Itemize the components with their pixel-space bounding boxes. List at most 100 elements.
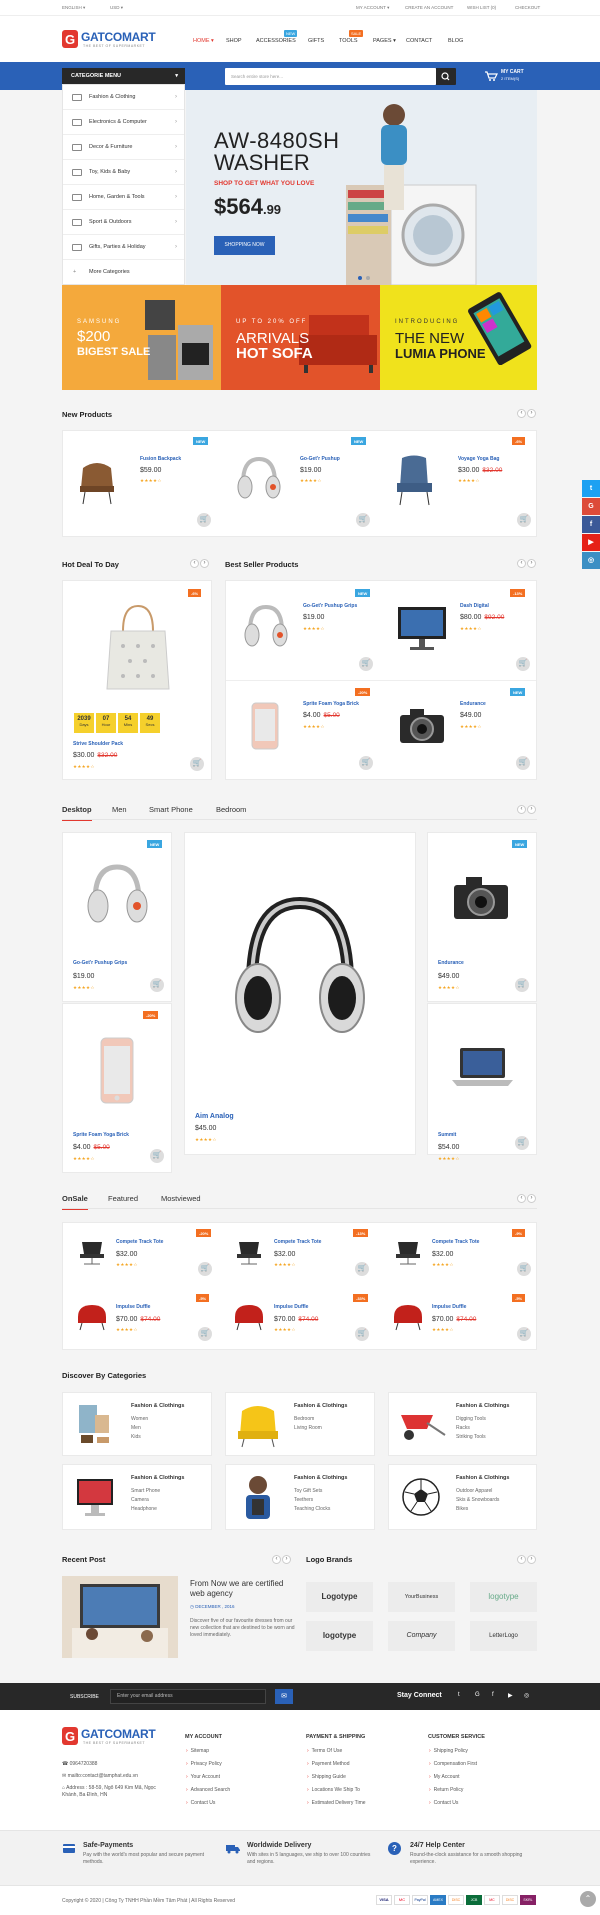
category-link[interactable]: Teaching Clocks bbox=[294, 1506, 330, 1512]
prev-arrow-icon[interactable]: ‹ bbox=[517, 409, 526, 418]
category-item[interactable]: Decor & Furniture › bbox=[63, 135, 184, 160]
category-item[interactable]: Toy, Kids & Baby › bbox=[63, 160, 184, 185]
add-to-cart-button[interactable]: 🛒 bbox=[197, 513, 211, 527]
category-link[interactable]: Women bbox=[131, 1416, 148, 1422]
prev-arrow-icon[interactable]: ‹ bbox=[517, 1555, 526, 1564]
category-card[interactable]: Fashion & Clothings Women Men Kids bbox=[62, 1392, 212, 1456]
more-categories[interactable]: + More Categories bbox=[63, 260, 184, 285]
brand-logo[interactable]: Company bbox=[388, 1621, 455, 1651]
facebook-icon[interactable]: f bbox=[492, 1692, 494, 1698]
footer-link[interactable]: Privacy Policy bbox=[186, 1761, 222, 1767]
language-select[interactable]: ENGLISH ▾ bbox=[62, 5, 85, 11]
create-account-link[interactable]: CREATE AN ACCOUNT bbox=[405, 5, 453, 10]
category-link[interactable]: Racks bbox=[456, 1425, 470, 1431]
product-card[interactable]: NEW Go-Get'r Pushup Grips $19.00 ★★★★☆ 🛒 bbox=[62, 832, 172, 1002]
product-name[interactable]: Compete Track Tote bbox=[432, 1239, 479, 1245]
product-name[interactable]: Dash Digital bbox=[460, 603, 489, 609]
next-arrow-icon[interactable]: › bbox=[527, 1555, 536, 1564]
product-name[interactable]: Endurance bbox=[438, 960, 464, 966]
product-name[interactable]: Go-Get'r Pushup Grips bbox=[73, 960, 127, 966]
twitter-icon[interactable]: t bbox=[582, 480, 600, 497]
add-to-cart-button[interactable]: 🛒 bbox=[515, 978, 529, 992]
promo-banner-lumia[interactable]: INTRODUCING THE NEW LUMIA PHONE bbox=[380, 285, 537, 390]
footer-link[interactable]: My Account bbox=[429, 1774, 460, 1780]
category-link[interactable]: Bedroom bbox=[294, 1416, 314, 1422]
product-name[interactable]: Impulse Duffle bbox=[116, 1304, 150, 1310]
product-name[interactable]: Impulse Duffle bbox=[274, 1304, 308, 1310]
product-name[interactable]: Sprite Foam Yoga Brick bbox=[303, 701, 359, 707]
brand-logo[interactable]: logotype bbox=[470, 1582, 537, 1612]
category-link[interactable]: Skis & Snowboards bbox=[456, 1497, 499, 1503]
youtube-icon[interactable]: ▶ bbox=[508, 1692, 513, 1699]
blog-post-image[interactable] bbox=[62, 1576, 178, 1658]
category-link[interactable]: Digging Tools bbox=[456, 1416, 486, 1422]
product-name[interactable]: Strive Shoulder Pack bbox=[73, 741, 123, 747]
search-button[interactable] bbox=[436, 68, 456, 85]
nav-contact[interactable]: Contact bbox=[406, 38, 432, 44]
product-name[interactable]: Go-Get'r Pushup bbox=[300, 456, 340, 462]
add-to-cart-button[interactable]: 🛒 bbox=[150, 1149, 164, 1163]
add-to-cart-button[interactable]: 🛒 bbox=[355, 1327, 369, 1341]
subscribe-button[interactable]: ✉ bbox=[275, 1689, 293, 1704]
footer-link[interactable]: Estimated Delivery Time bbox=[307, 1800, 366, 1806]
category-link[interactable]: Smart Phone bbox=[131, 1488, 160, 1494]
next-arrow-icon[interactable]: › bbox=[527, 805, 536, 814]
prev-arrow-icon[interactable]: ‹ bbox=[517, 805, 526, 814]
logo-text[interactable]: GATCOMART bbox=[81, 30, 156, 44]
product-name[interactable]: Aim Analog bbox=[195, 1113, 234, 1120]
twitter-icon[interactable]: t bbox=[458, 1692, 460, 1698]
post-title[interactable]: From Now we are certified web agency bbox=[190, 1579, 300, 1599]
category-menu-toggle[interactable]: CATEGORIE MENU ▾ bbox=[62, 68, 185, 84]
product-name[interactable]: Go-Get'r Pushup Grips bbox=[303, 603, 357, 609]
next-arrow-icon[interactable]: › bbox=[200, 559, 209, 568]
promo-banner-sofa[interactable]: UP TO 20% OFF ARRIVALS HOT SOFA bbox=[221, 285, 380, 390]
tab-mostviewed[interactable]: Mostviewed bbox=[161, 1194, 201, 1203]
footer-link[interactable]: Your Account bbox=[186, 1774, 220, 1780]
checkout-link[interactable]: CHECKOUT bbox=[515, 5, 540, 10]
footer-link[interactable]: Contact Us bbox=[186, 1800, 216, 1806]
product-name[interactable]: Compete Track Tote bbox=[274, 1239, 321, 1245]
product-name[interactable]: Compete Track Tote bbox=[116, 1239, 163, 1245]
category-card[interactable]: Fashion & Clothings Smart Phone Camera H… bbox=[62, 1464, 212, 1530]
nav-shop[interactable]: Shop bbox=[226, 38, 242, 44]
brand-logo[interactable]: logotype bbox=[306, 1621, 373, 1651]
product-name[interactable]: Sprite Foam Yoga Brick bbox=[73, 1132, 129, 1138]
slider-dot[interactable] bbox=[366, 276, 370, 280]
youtube-icon[interactable]: ▶ bbox=[582, 534, 600, 551]
add-to-cart-button[interactable]: 🛒 bbox=[517, 513, 531, 527]
product-card[interactable]: NEW Endurance $49.00 ★★★★☆ 🛒 bbox=[427, 832, 537, 1002]
search-input[interactable]: Search entire store here... bbox=[225, 68, 436, 85]
footer-logo-icon[interactable]: G bbox=[62, 1727, 78, 1745]
facebook-icon[interactable]: f bbox=[582, 516, 600, 533]
next-arrow-icon[interactable]: › bbox=[527, 559, 536, 568]
add-to-cart-button[interactable]: 🛒 bbox=[355, 1262, 369, 1276]
add-to-cart-button[interactable]: 🛒 bbox=[517, 1327, 531, 1341]
category-card[interactable]: Fashion & Clothings Digging Tools Racks … bbox=[388, 1392, 537, 1456]
instagram-icon[interactable]: ◎ bbox=[524, 1692, 529, 1699]
back-to-top-button[interactable]: ⌃ bbox=[580, 1891, 596, 1907]
add-to-cart-button[interactable]: 🛒 bbox=[359, 756, 373, 770]
prev-arrow-icon[interactable]: ‹ bbox=[517, 1194, 526, 1203]
category-link[interactable]: Teethers bbox=[294, 1497, 313, 1503]
footer-link[interactable]: Return Policy bbox=[429, 1787, 464, 1793]
category-item[interactable]: Fashion & Clothing › bbox=[63, 85, 184, 110]
tab-men[interactable]: Men bbox=[112, 805, 127, 814]
add-to-cart-button[interactable]: 🛒 bbox=[517, 1262, 531, 1276]
google-plus-icon[interactable]: G bbox=[475, 1692, 480, 1698]
prev-arrow-icon[interactable]: ‹ bbox=[517, 559, 526, 568]
product-name[interactable]: Fusion Backpack bbox=[140, 456, 181, 462]
footer-link[interactable]: Contact Us bbox=[429, 1800, 459, 1806]
footer-link[interactable]: Shipping Policy bbox=[429, 1748, 468, 1754]
product-name[interactable]: Voyage Yoga Bag bbox=[458, 456, 499, 462]
category-link[interactable]: Toy Gift Sets bbox=[294, 1488, 322, 1494]
my-account-link[interactable]: MY ACCOUNT ▾ bbox=[356, 5, 389, 11]
nav-tools[interactable]: Tools bbox=[339, 38, 358, 44]
footer-link[interactable]: Terms Of Use bbox=[307, 1748, 343, 1754]
category-card[interactable]: Fashion & Clothings Toy Gift Sets Teethe… bbox=[225, 1464, 375, 1530]
shop-now-button[interactable]: SHOPPING NOW bbox=[214, 236, 275, 255]
category-item[interactable]: Electronics & Computer › bbox=[63, 110, 184, 135]
next-arrow-icon[interactable]: › bbox=[527, 1194, 536, 1203]
add-to-cart-button[interactable]: 🛒 bbox=[516, 657, 530, 671]
nav-pages[interactable]: Pages ▾ bbox=[373, 38, 396, 44]
category-item[interactable]: Home, Garden & Tools › bbox=[63, 185, 184, 210]
